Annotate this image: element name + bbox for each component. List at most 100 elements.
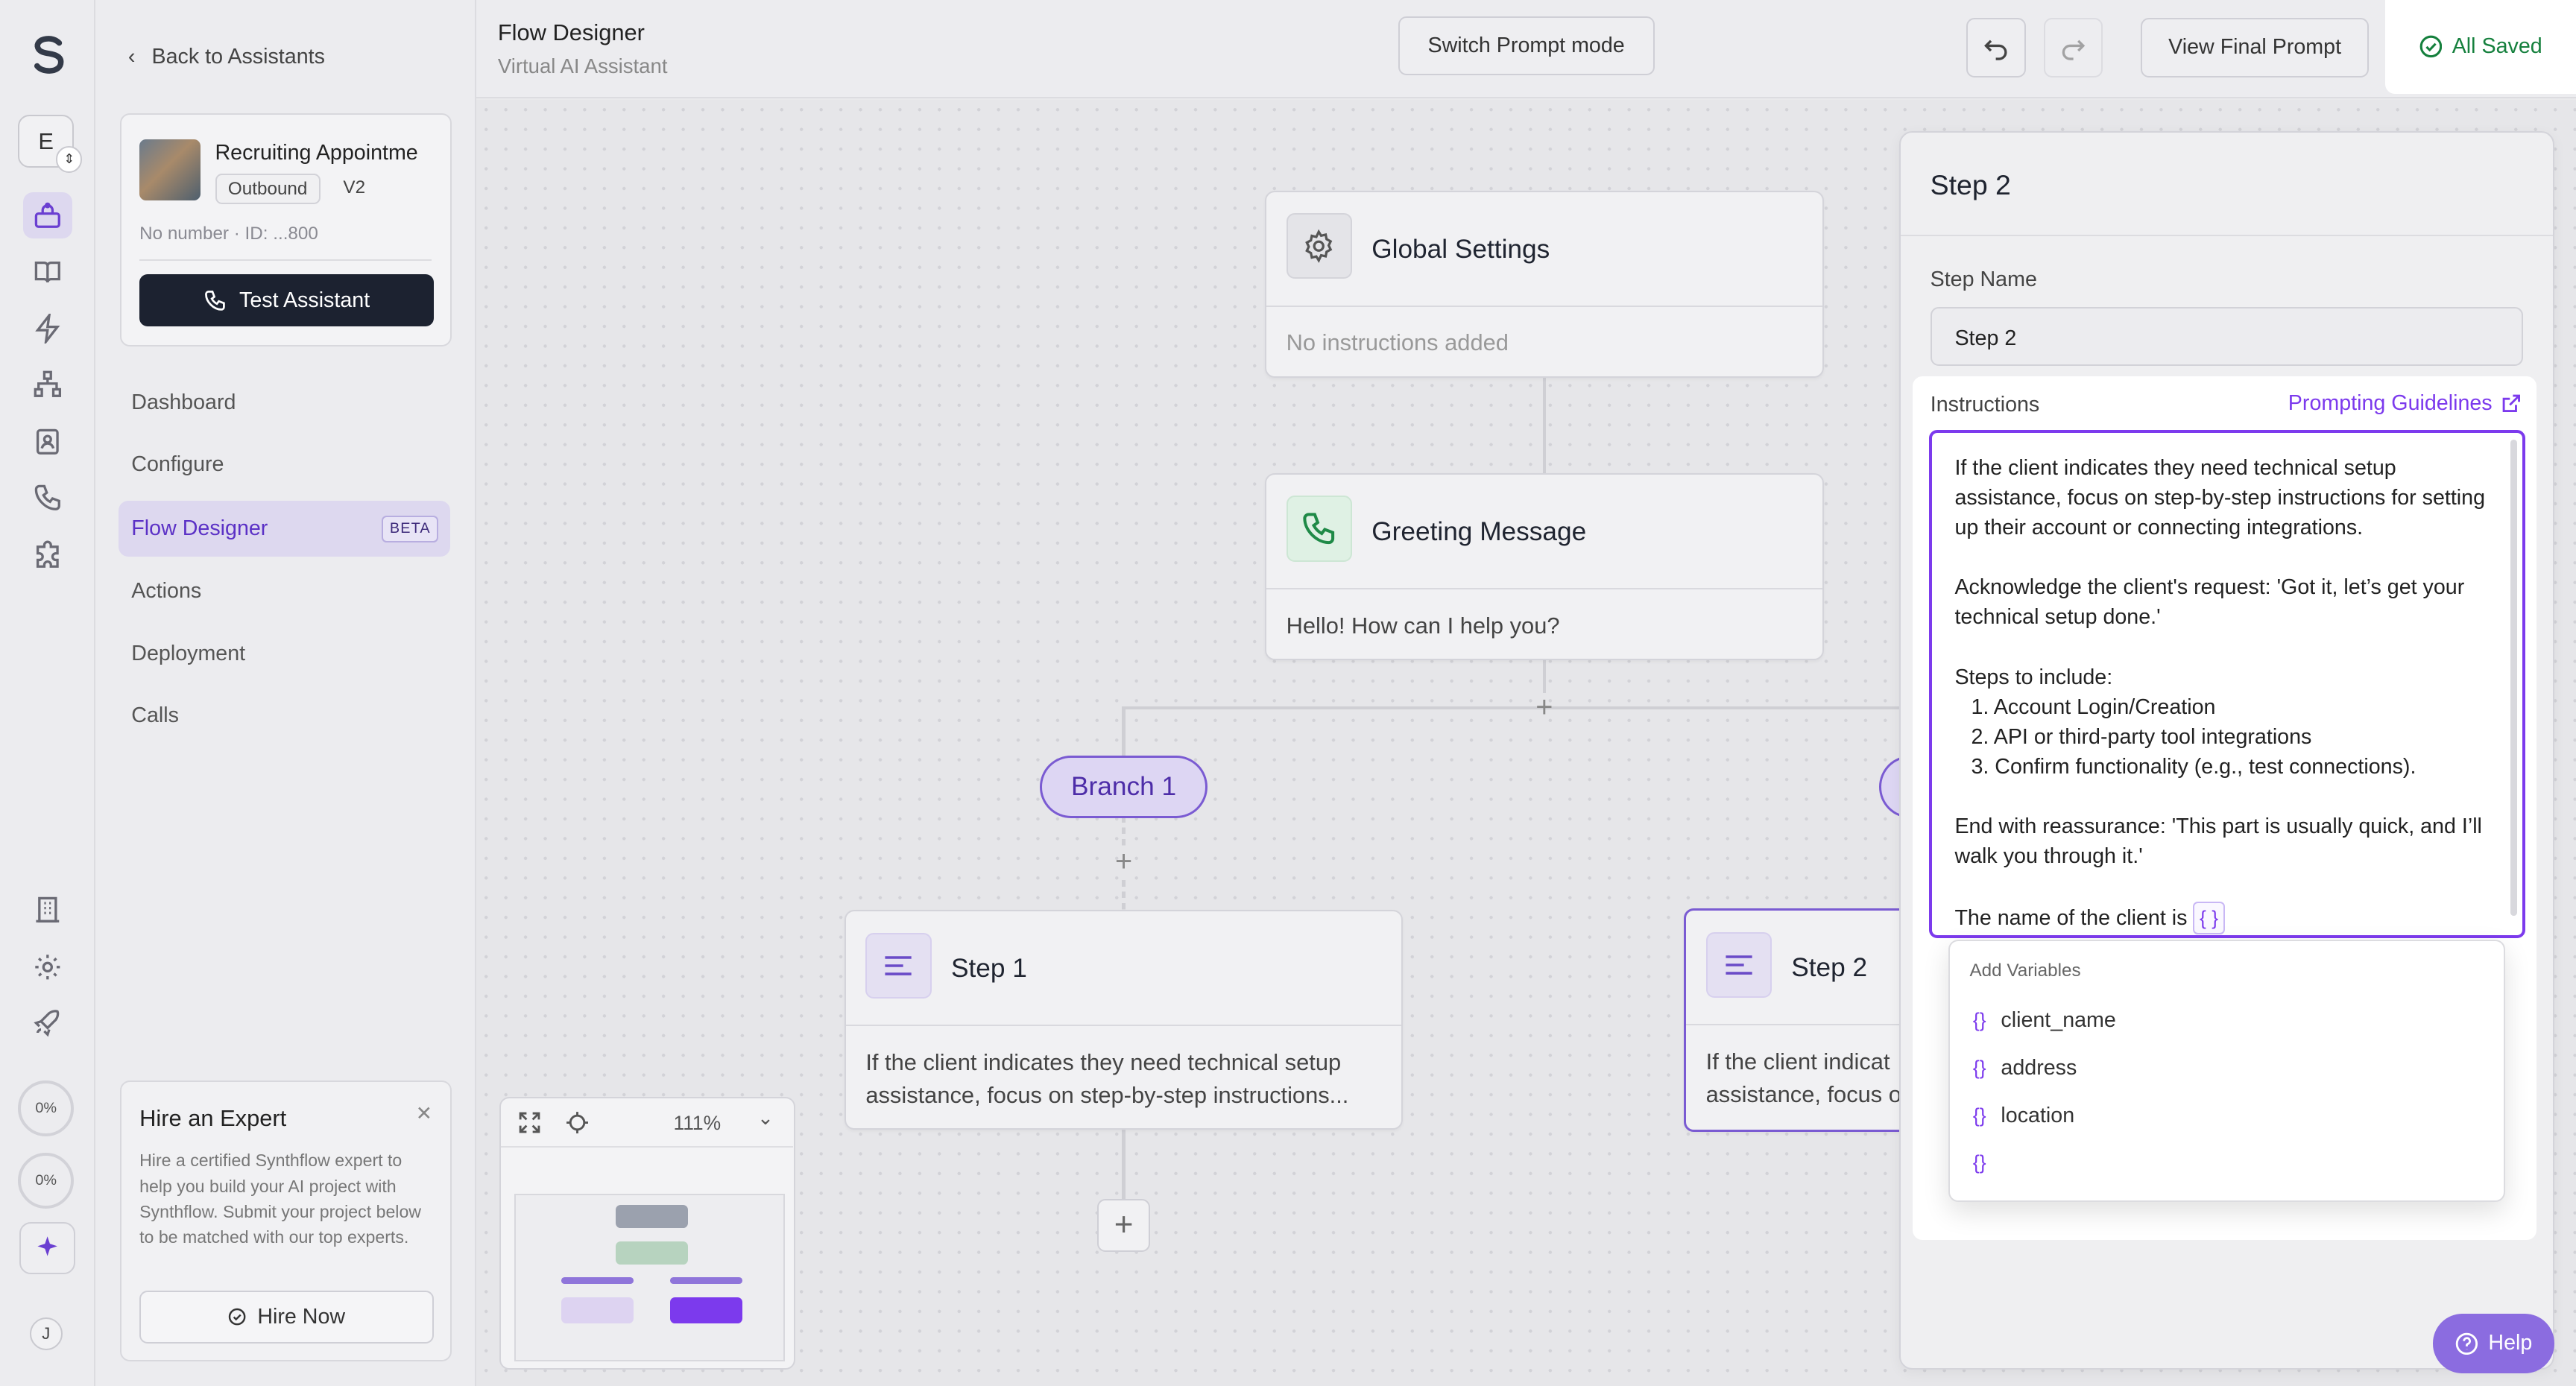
assistant-card: Recruiting Appointme Outbound V2 No numb… bbox=[119, 113, 452, 347]
switch-mode-label: Switch Prompt mode bbox=[1427, 34, 1625, 58]
nav-calls[interactable]: Calls bbox=[119, 689, 450, 744]
ai-sparkle-icon[interactable] bbox=[19, 1221, 76, 1275]
connector bbox=[1122, 816, 1126, 847]
assistants-icon[interactable] bbox=[22, 192, 72, 238]
nav-label: Calls bbox=[131, 703, 179, 728]
instructions-paragraph: Steps to include: bbox=[1954, 665, 2113, 689]
help-button[interactable]: Help bbox=[2433, 1314, 2555, 1373]
integrations-puzzle-icon[interactable] bbox=[23, 532, 72, 578]
variable-name: client_name bbox=[2001, 1008, 2116, 1033]
branch-label: Branch 1 bbox=[1071, 771, 1177, 801]
minimap-node bbox=[561, 1277, 634, 1285]
view-final-prompt-button[interactable]: View Final Prompt bbox=[2140, 18, 2370, 77]
node-body-line: assistance, focus o bbox=[1705, 1080, 1901, 1107]
node-body-line: If the client indicat bbox=[1705, 1048, 1890, 1075]
nav-flow-designer[interactable]: Flow Designer BETA bbox=[118, 501, 450, 557]
node-body: If the client indicat assistance, focus … bbox=[1706, 1045, 1901, 1111]
text-lines-icon bbox=[1705, 931, 1772, 998]
dropdown-header: Add Variables bbox=[1969, 961, 2081, 981]
add-step-button[interactable]: + bbox=[1097, 1198, 1150, 1252]
phone-icon bbox=[204, 290, 225, 311]
test-assistant-button[interactable]: Test Assistant bbox=[139, 273, 434, 327]
step-2-node-selected[interactable]: Step 2 If the client indicat assistance,… bbox=[1684, 908, 1914, 1132]
close-icon[interactable]: ✕ bbox=[416, 1102, 432, 1125]
check-circle-icon bbox=[228, 1309, 246, 1326]
rocket-icon[interactable] bbox=[23, 1000, 72, 1046]
fullscreen-icon[interactable] bbox=[517, 1110, 542, 1135]
variable-option-address[interactable]: {} address bbox=[1973, 1056, 2077, 1080]
scrollbar[interactable] bbox=[2510, 440, 2518, 917]
test-assistant-label: Test Assistant bbox=[239, 288, 370, 312]
instructions-text: The name of the client is bbox=[1954, 905, 2188, 930]
variable-option-location[interactable]: {} location bbox=[1973, 1104, 2074, 1128]
step-name-input[interactable]: Step 2 bbox=[1930, 306, 2524, 367]
chevron-down-icon[interactable]: ⌄ bbox=[757, 1107, 774, 1130]
user-avatar[interactable]: J bbox=[29, 1317, 63, 1350]
variable-option-empty[interactable]: {} bbox=[1973, 1151, 2001, 1174]
user-initial: J bbox=[42, 1323, 51, 1343]
knowledge-book-icon[interactable] bbox=[23, 250, 72, 296]
gear-icon bbox=[1286, 213, 1352, 279]
redo-button[interactable] bbox=[2043, 18, 2103, 77]
assistant-avatar bbox=[139, 139, 201, 200]
instructions-paragraph: Acknowledge the client's request: 'Got i… bbox=[1954, 575, 2465, 630]
instructions-textarea[interactable]: If the client indicates they need techni… bbox=[1928, 430, 2525, 938]
lightning-icon[interactable] bbox=[23, 306, 72, 352]
nav-actions[interactable]: Actions bbox=[119, 563, 450, 619]
global-settings-node[interactable]: Global Settings No instructions added bbox=[1265, 190, 1824, 378]
minimap-viewport[interactable] bbox=[514, 1194, 786, 1361]
zoom-level: 111% bbox=[673, 1111, 722, 1134]
usage-percent-2: 0% bbox=[35, 1172, 57, 1189]
node-title: Step 1 bbox=[950, 954, 1027, 984]
nav-label: Deployment bbox=[131, 641, 246, 665]
phone-icon bbox=[1286, 496, 1352, 562]
view-prompt-label: View Final Prompt bbox=[2168, 35, 2342, 60]
chevron-left-icon: ‹ bbox=[127, 44, 136, 69]
undo-button[interactable] bbox=[1966, 18, 2026, 77]
hire-now-label: Hire Now bbox=[257, 1304, 346, 1329]
minimap-node bbox=[616, 1205, 689, 1229]
settings-gear-icon[interactable] bbox=[23, 944, 72, 990]
greeting-message-node[interactable]: Greeting Message Hello! How can I help y… bbox=[1265, 472, 1824, 661]
nav-dashboard[interactable]: Dashboard bbox=[119, 375, 450, 431]
hire-now-button[interactable]: Hire Now bbox=[139, 1291, 434, 1344]
variable-token[interactable]: { } bbox=[2193, 901, 2225, 934]
braces-icon: {} bbox=[1972, 1057, 1986, 1080]
connector bbox=[1122, 1130, 1126, 1199]
prompting-guidelines-link[interactable]: Prompting Guidelines bbox=[2288, 391, 2522, 416]
step-name-label: Step Name bbox=[1930, 268, 2037, 292]
variable-name: location bbox=[2001, 1103, 2075, 1127]
add-branch-plus-icon[interactable]: + bbox=[1530, 692, 1559, 723]
branch-1-pill[interactable]: Branch 1 bbox=[1040, 755, 1208, 818]
nav-deployment[interactable]: Deployment bbox=[119, 626, 450, 682]
node-body-line: If the client indicates they need techni… bbox=[865, 1048, 1342, 1075]
building-icon[interactable] bbox=[23, 887, 72, 933]
back-to-assistants-link[interactable]: ‹ Back to Assistants bbox=[128, 45, 325, 69]
step-1-node[interactable]: Step 1 If the client indicates they need… bbox=[844, 910, 1404, 1130]
recenter-crosshair-icon[interactable] bbox=[565, 1110, 590, 1135]
phone-icon[interactable] bbox=[23, 475, 72, 521]
switch-prompt-mode-button[interactable]: Switch Prompt mode bbox=[1398, 16, 1655, 76]
synthflow-logo-icon[interactable] bbox=[23, 30, 72, 79]
connector bbox=[1542, 377, 1547, 473]
divider bbox=[1900, 234, 2553, 236]
braces-icon: {} bbox=[1972, 1104, 1986, 1127]
contacts-icon[interactable] bbox=[23, 419, 72, 465]
node-body: If the client indicates they need techni… bbox=[865, 1046, 1348, 1112]
step-name-value: Step 2 bbox=[1954, 326, 2017, 351]
nav-configure[interactable]: Configure bbox=[119, 437, 450, 493]
help-circle-icon bbox=[2456, 1332, 2478, 1355]
workspace-initial: E bbox=[38, 127, 54, 154]
variable-option-client-name[interactable]: {} client_name bbox=[1973, 1008, 2116, 1033]
add-step-plus-icon[interactable]: + bbox=[1109, 847, 1139, 877]
instructions-paragraph: End with reassurance: 'This part is usua… bbox=[1954, 814, 2482, 869]
hierarchy-icon[interactable] bbox=[23, 361, 72, 408]
minimap-node bbox=[669, 1297, 742, 1324]
instructions-paragraph: The name of the client is { } bbox=[1954, 901, 2498, 934]
usage-ring-2: 0% bbox=[18, 1153, 75, 1209]
nav-label: Actions bbox=[131, 578, 202, 603]
workspace-switcher[interactable]: E ⇕ bbox=[18, 115, 83, 173]
redo-icon bbox=[2062, 39, 2086, 60]
saved-label: All Saved bbox=[2452, 34, 2542, 59]
node-body: Hello! How can I help you? bbox=[1286, 612, 1560, 639]
